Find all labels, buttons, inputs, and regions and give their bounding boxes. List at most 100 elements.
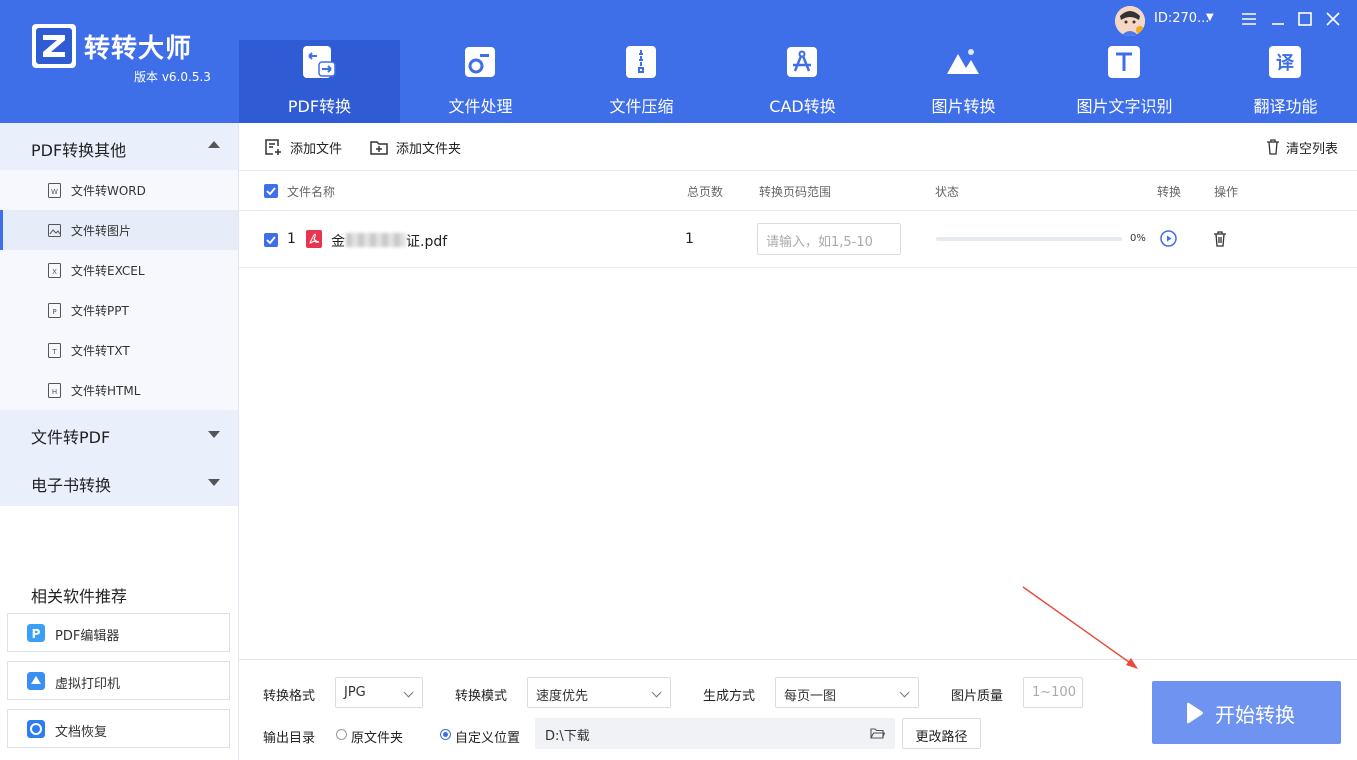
sidebar-item-to-word[interactable]: W 文件转WORD	[0, 170, 238, 210]
cad-icon	[787, 47, 817, 77]
sidebar-item-label: 文件转TXT	[71, 344, 130, 358]
app-header: 转转大师 版本 v6.0.5.3 ID:270... ▼ PDF转换 文件处理 …	[0, 0, 1357, 123]
tab-translate[interactable]: 译 翻译功能	[1205, 40, 1357, 123]
recommend-pdf-editor[interactable]: P PDF编辑器	[7, 613, 230, 652]
sidebar-group-to-pdf[interactable]: 文件转PDF	[0, 410, 238, 458]
svg-text:P: P	[32, 627, 41, 641]
progress-bar	[936, 237, 1122, 241]
menu-icon[interactable]	[1238, 8, 1260, 30]
tab-label: PDF转换	[287, 97, 352, 116]
add-folder-button[interactable]: 添加文件夹	[369, 137, 461, 157]
sidebar-item-to-excel[interactable]: X 文件转EXCEL	[0, 250, 238, 290]
sidebar-item-label: 文件转PPT	[71, 304, 129, 318]
tab-file-compress[interactable]: 文件压缩	[561, 40, 722, 123]
generate-value: 每页一图	[784, 689, 837, 704]
app-name: 转转大师	[84, 34, 193, 64]
chevron-down-icon	[208, 431, 220, 438]
tab-ocr[interactable]: 图片文字识别	[1044, 40, 1205, 123]
format-label: 转换格式	[263, 689, 316, 704]
image-convert-icon	[947, 49, 979, 74]
html-file-icon: H	[48, 383, 61, 398]
delete-icon[interactable]	[1213, 231, 1227, 247]
mode-select[interactable]: 速度优先	[527, 677, 671, 708]
tab-pdf-convert[interactable]: PDF转换	[239, 40, 400, 123]
recommend-doc-recovery[interactable]: 文档恢复	[7, 709, 230, 748]
custom-location-label: 自定义位置	[455, 731, 521, 746]
tab-cad-convert[interactable]: CAD转换	[722, 40, 883, 123]
folder-open-icon[interactable]	[870, 727, 885, 740]
svg-text:X: X	[52, 268, 57, 276]
recommend-label: 虚拟打印机	[55, 677, 121, 692]
quality-input[interactable]: 1~100	[1023, 677, 1083, 708]
col-pages-header: 总页数	[687, 185, 724, 199]
pdf-convert-icon	[303, 46, 336, 78]
doc-recovery-icon	[27, 720, 45, 738]
pdf-editor-icon: P	[27, 624, 45, 642]
svg-text:W: W	[51, 188, 58, 196]
change-path-button[interactable]: 更改路径	[902, 718, 981, 749]
app-logo-icon	[32, 24, 76, 68]
user-menu-caret-icon[interactable]: ▼	[1206, 12, 1214, 23]
row-checkbox[interactable]	[264, 233, 278, 247]
radio-original-folder[interactable]	[336, 729, 347, 740]
svg-text:H: H	[52, 388, 57, 396]
add-folder-icon	[370, 141, 388, 155]
play-icon	[1187, 702, 1203, 724]
quality-label: 图片质量	[951, 689, 1004, 704]
format-select[interactable]: JPG	[335, 677, 423, 708]
chevron-down-icon	[403, 687, 414, 698]
radio-custom-location[interactable]	[440, 729, 451, 740]
trash-icon	[1267, 139, 1279, 155]
sidebar-group-ebook[interactable]: 电子书转换	[0, 458, 238, 506]
progress-text: 0%	[1130, 233, 1146, 244]
add-file-button[interactable]: 添加文件	[263, 137, 342, 157]
tab-file-process[interactable]: 文件处理	[400, 40, 561, 123]
output-label: 输出目录	[263, 731, 316, 746]
minimize-icon[interactable]	[1267, 8, 1289, 30]
maximize-icon[interactable]	[1294, 8, 1316, 30]
recommend-virtual-printer[interactable]: 虚拟打印机	[7, 661, 230, 700]
play-icon[interactable]	[1160, 230, 1177, 247]
virtual-printer-icon	[27, 672, 45, 690]
sidebar-item-to-image[interactable]: 文件转图片	[0, 210, 238, 250]
user-avatar[interactable]	[1115, 6, 1145, 36]
output-path-field[interactable]: D:\下载	[535, 718, 895, 749]
sidebar-item-to-ppt[interactable]: P 文件转PPT	[0, 290, 238, 330]
chevron-down-icon	[208, 479, 220, 486]
txt-file-icon: T	[48, 343, 61, 358]
sidebar-item-to-html[interactable]: H 文件转HTML	[0, 370, 238, 410]
row-pages: 1	[685, 231, 694, 247]
sidebar-item-label: 文件转HTML	[71, 384, 141, 398]
generate-select[interactable]: 每页一图	[775, 677, 919, 708]
select-all-checkbox[interactable]	[264, 184, 278, 198]
clear-list-button[interactable]: 清空列表	[1266, 137, 1338, 157]
output-path-value: D:\下载	[545, 729, 590, 744]
close-icon[interactable]	[1322, 8, 1344, 30]
user-id[interactable]: ID:270...	[1154, 11, 1209, 26]
table-row: 1 金 证.pdf 1 请输入，如1,5-10 0%	[239, 211, 1357, 268]
col-status-header: 状态	[935, 185, 960, 199]
tab-label: 文件处理	[448, 97, 513, 116]
app-version: 版本 v6.0.5.3	[134, 70, 211, 84]
file-process-icon	[465, 47, 495, 77]
sidebar-group-label: PDF转换其他	[31, 141, 127, 160]
file-name-suffix: 证.pdf	[406, 234, 448, 250]
add-file-icon	[265, 139, 281, 155]
tab-label: 图片转换	[931, 97, 996, 116]
file-toolbar: 添加文件 添加文件夹 清空列表	[239, 123, 1357, 171]
start-convert-label: 开始转换	[1215, 703, 1295, 727]
blurred-filename-region	[346, 233, 406, 247]
sidebar-item-to-txt[interactable]: T 文件转TXT	[0, 330, 238, 370]
svg-text:译: 译	[1276, 53, 1295, 74]
svg-text:T: T	[51, 348, 57, 356]
sidebar-item-label: 文件转EXCEL	[71, 264, 145, 278]
page-range-input[interactable]: 请输入，如1,5-10	[757, 223, 901, 255]
tab-image-convert[interactable]: 图片转换	[883, 40, 1044, 123]
col-action-header: 操作	[1214, 185, 1239, 199]
tab-label: CAD转换	[769, 97, 836, 116]
start-convert-button[interactable]: 开始转换	[1152, 681, 1341, 744]
generate-label: 生成方式	[703, 689, 756, 704]
ocr-icon	[1108, 46, 1140, 78]
svg-text:P: P	[52, 308, 56, 316]
sidebar-group-pdf-other[interactable]: PDF转换其他	[0, 123, 238, 170]
